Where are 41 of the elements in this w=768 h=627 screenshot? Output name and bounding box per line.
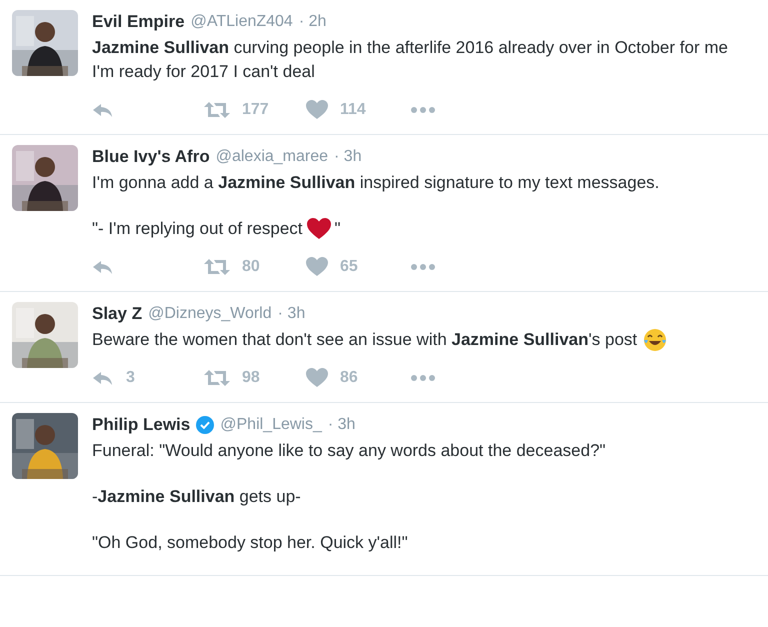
retweet-icon[interactable] xyxy=(204,258,230,276)
like-count: 65 xyxy=(340,257,358,277)
tweet-text: Beware the women that don't see an issue with Jazmine Sullivan's post xyxy=(92,329,638,351)
like-heart-icon[interactable] xyxy=(306,257,328,277)
reply-icon[interactable] xyxy=(92,369,114,387)
tweet-time[interactable]: · 3h xyxy=(328,413,356,437)
author-handle[interactable]: @Dizneys_World xyxy=(148,302,272,326)
more-dots-icon[interactable] xyxy=(411,375,435,381)
author-handle[interactable]: @ATLienZ404 xyxy=(190,10,293,34)
retweet-count: 80 xyxy=(242,257,260,277)
reply-icon[interactable] xyxy=(92,258,114,276)
reply-count: 3 xyxy=(126,368,135,388)
tweet-text: Jazmine Sullivan curving people in the afterlife 2016 already over in October for me I'm ready for 2017 I can't deal xyxy=(92,37,729,83)
tweet-text: Funeral: "Would anyone like to say any words about the deceased?" xyxy=(92,440,606,462)
heart-emoji-icon xyxy=(306,218,331,240)
retweet-count: 98 xyxy=(242,368,260,388)
tweet-time[interactable]: · 3h xyxy=(278,302,306,326)
author-name[interactable]: Blue Ivy's Afro xyxy=(92,145,210,169)
tweet-text: "Oh God, somebody stop her. Quick y'all!" xyxy=(92,532,408,554)
retweet-count: 177 xyxy=(242,100,269,120)
author-name[interactable]: Philip Lewis xyxy=(92,413,190,437)
tweet-text: I'm gonna add a Jazmine Sullivan inspired signature to my text messages. xyxy=(92,172,660,194)
author-name[interactable]: Evil Empire xyxy=(92,10,185,34)
tweet-time[interactable]: · 3h xyxy=(334,145,362,169)
like-count: 86 xyxy=(340,368,358,388)
tweet-time[interactable]: · 2h xyxy=(298,10,326,34)
tweet-text: "- I'm replying out of respect xyxy=(92,218,303,240)
retweet-icon[interactable] xyxy=(204,101,230,119)
reply-icon[interactable] xyxy=(92,101,114,119)
laughing-emoji-icon xyxy=(643,328,668,352)
retweet-icon[interactable] xyxy=(204,369,230,387)
like-count: 114 xyxy=(340,100,366,120)
closing-quote: " xyxy=(334,218,341,240)
author-name[interactable]: Slay Z xyxy=(92,302,142,326)
like-heart-icon[interactable] xyxy=(306,100,328,120)
more-dots-icon[interactable] xyxy=(411,107,435,113)
more-dots-icon[interactable] xyxy=(411,264,435,270)
author-handle[interactable]: @Phil_Lewis_ xyxy=(220,413,322,437)
like-heart-icon[interactable] xyxy=(306,368,328,388)
tweet-text: -Jazmine Sullivan gets up- xyxy=(92,486,301,508)
author-handle[interactable]: @alexia_maree xyxy=(216,145,328,169)
